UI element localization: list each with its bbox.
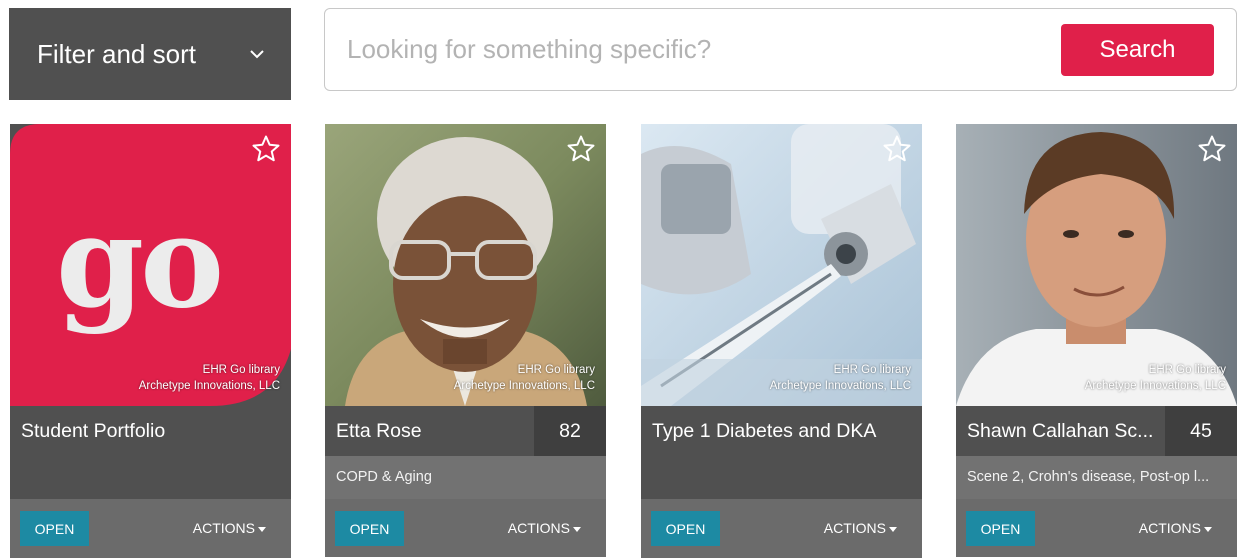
credit-line-2: Archetype Innovations, LLC xyxy=(453,380,595,392)
card-subtitle xyxy=(641,456,922,499)
actions-dropdown[interactable]: ACTIONS xyxy=(193,499,266,558)
card-image-patient-portrait: EHR Go library Archetype Innovations, LL… xyxy=(956,124,1237,406)
image-credit: EHR Go library Archetype Innovations, LL… xyxy=(1085,362,1226,394)
case-card-student-portfolio: go EHR Go library Archetype Innovations,… xyxy=(10,124,291,558)
card-action-bar: OPEN ACTIONS xyxy=(325,499,606,557)
card-title[interactable]: Shawn Callahan Sc... xyxy=(956,406,1165,456)
credit-line-2: Archetype Innovations, LLC xyxy=(1084,380,1226,392)
chevron-down-icon xyxy=(249,47,264,61)
card-title[interactable]: Type 1 Diabetes and DKA xyxy=(641,406,922,456)
credit-line-1: EHR Go library xyxy=(202,364,280,376)
credit-line-1: EHR Go library xyxy=(833,364,911,376)
card-title[interactable]: Student Portfolio xyxy=(10,406,291,456)
open-button[interactable]: OPEN xyxy=(335,511,404,546)
card-title-bar: Student Portfolio xyxy=(10,406,291,456)
actions-dropdown[interactable]: ACTIONS xyxy=(824,499,897,558)
case-card-type-1-diabetes: EHR Go library Archetype Innovations, LL… xyxy=(641,124,922,558)
card-title-bar: Shawn Callahan Sc... 45 xyxy=(956,406,1237,456)
card-title[interactable]: Etta Rose xyxy=(325,406,534,456)
filter-sort-label: Filter and sort xyxy=(37,38,196,69)
credit-line-2: Archetype Innovations, LLC xyxy=(769,380,911,392)
card-action-bar: OPEN ACTIONS xyxy=(641,499,922,558)
credit-line-1: EHR Go library xyxy=(517,364,595,376)
star-outline-icon[interactable] xyxy=(1197,134,1227,164)
caret-down-icon xyxy=(1204,526,1212,532)
actions-dropdown[interactable]: ACTIONS xyxy=(1139,499,1212,557)
star-outline-icon[interactable] xyxy=(882,134,912,164)
star-outline-icon[interactable] xyxy=(251,134,281,164)
card-subtitle xyxy=(10,456,291,499)
card-image-diabetes-supplies: EHR Go library Archetype Innovations, LL… xyxy=(641,124,922,406)
image-credit: EHR Go library Archetype Innovations, LL… xyxy=(454,362,595,394)
star-outline-icon[interactable] xyxy=(566,134,596,164)
actions-dropdown[interactable]: ACTIONS xyxy=(508,499,581,557)
go-logo-text: go xyxy=(56,188,224,336)
actions-label: ACTIONS xyxy=(1138,520,1201,536)
open-button[interactable]: OPEN xyxy=(651,511,720,546)
card-subtitle: Scene 2, Crohn's disease, Post-op l... xyxy=(956,456,1237,499)
case-card-shawn-callahan: EHR Go library Archetype Innovations, LL… xyxy=(956,124,1237,557)
card-count-badge: 82 xyxy=(534,406,606,456)
card-image-go-logo: go EHR Go library Archetype Innovations,… xyxy=(10,124,291,406)
open-button[interactable]: OPEN xyxy=(20,511,89,546)
filter-sort-button[interactable]: Filter and sort xyxy=(9,8,291,100)
image-credit: EHR Go library Archetype Innovations, LL… xyxy=(770,362,911,394)
card-count-badge: 45 xyxy=(1165,406,1237,456)
search-box: Search xyxy=(324,8,1237,91)
credit-line-1: EHR Go library xyxy=(1148,364,1226,376)
search-input[interactable] xyxy=(347,9,1047,90)
image-credit: EHR Go library Archetype Innovations, LL… xyxy=(139,362,280,394)
open-button[interactable]: OPEN xyxy=(966,511,1035,546)
card-subtitle: COPD & Aging xyxy=(325,456,606,499)
caret-down-icon xyxy=(889,526,897,532)
card-action-bar: OPEN ACTIONS xyxy=(956,499,1237,557)
card-title-bar: Etta Rose 82 xyxy=(325,406,606,456)
case-card-etta-rose: EHR Go library Archetype Innovations, LL… xyxy=(325,124,606,557)
search-button[interactable]: Search xyxy=(1061,24,1214,76)
card-title-bar: Type 1 Diabetes and DKA xyxy=(641,406,922,456)
caret-down-icon xyxy=(573,526,581,532)
actions-label: ACTIONS xyxy=(192,520,255,536)
card-action-bar: OPEN ACTIONS xyxy=(10,499,291,558)
actions-label: ACTIONS xyxy=(823,520,886,536)
actions-label: ACTIONS xyxy=(507,520,570,536)
caret-down-icon xyxy=(258,526,266,532)
card-image-patient-portrait: EHR Go library Archetype Innovations, LL… xyxy=(325,124,606,406)
credit-line-2: Archetype Innovations, LLC xyxy=(138,380,280,392)
